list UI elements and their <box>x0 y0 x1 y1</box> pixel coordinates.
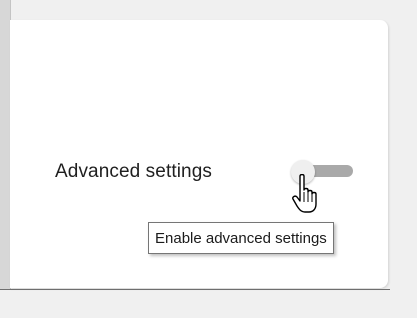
tooltip: Enable advanced settings <box>148 222 334 254</box>
advanced-settings-row: Advanced settings <box>55 156 212 188</box>
panel-divider <box>0 289 390 290</box>
tooltip-text: Enable advanced settings <box>155 229 327 247</box>
window-bottom-area <box>0 290 417 318</box>
advanced-settings-label: Advanced settings <box>55 161 212 182</box>
hand-pointer-icon <box>292 174 317 213</box>
